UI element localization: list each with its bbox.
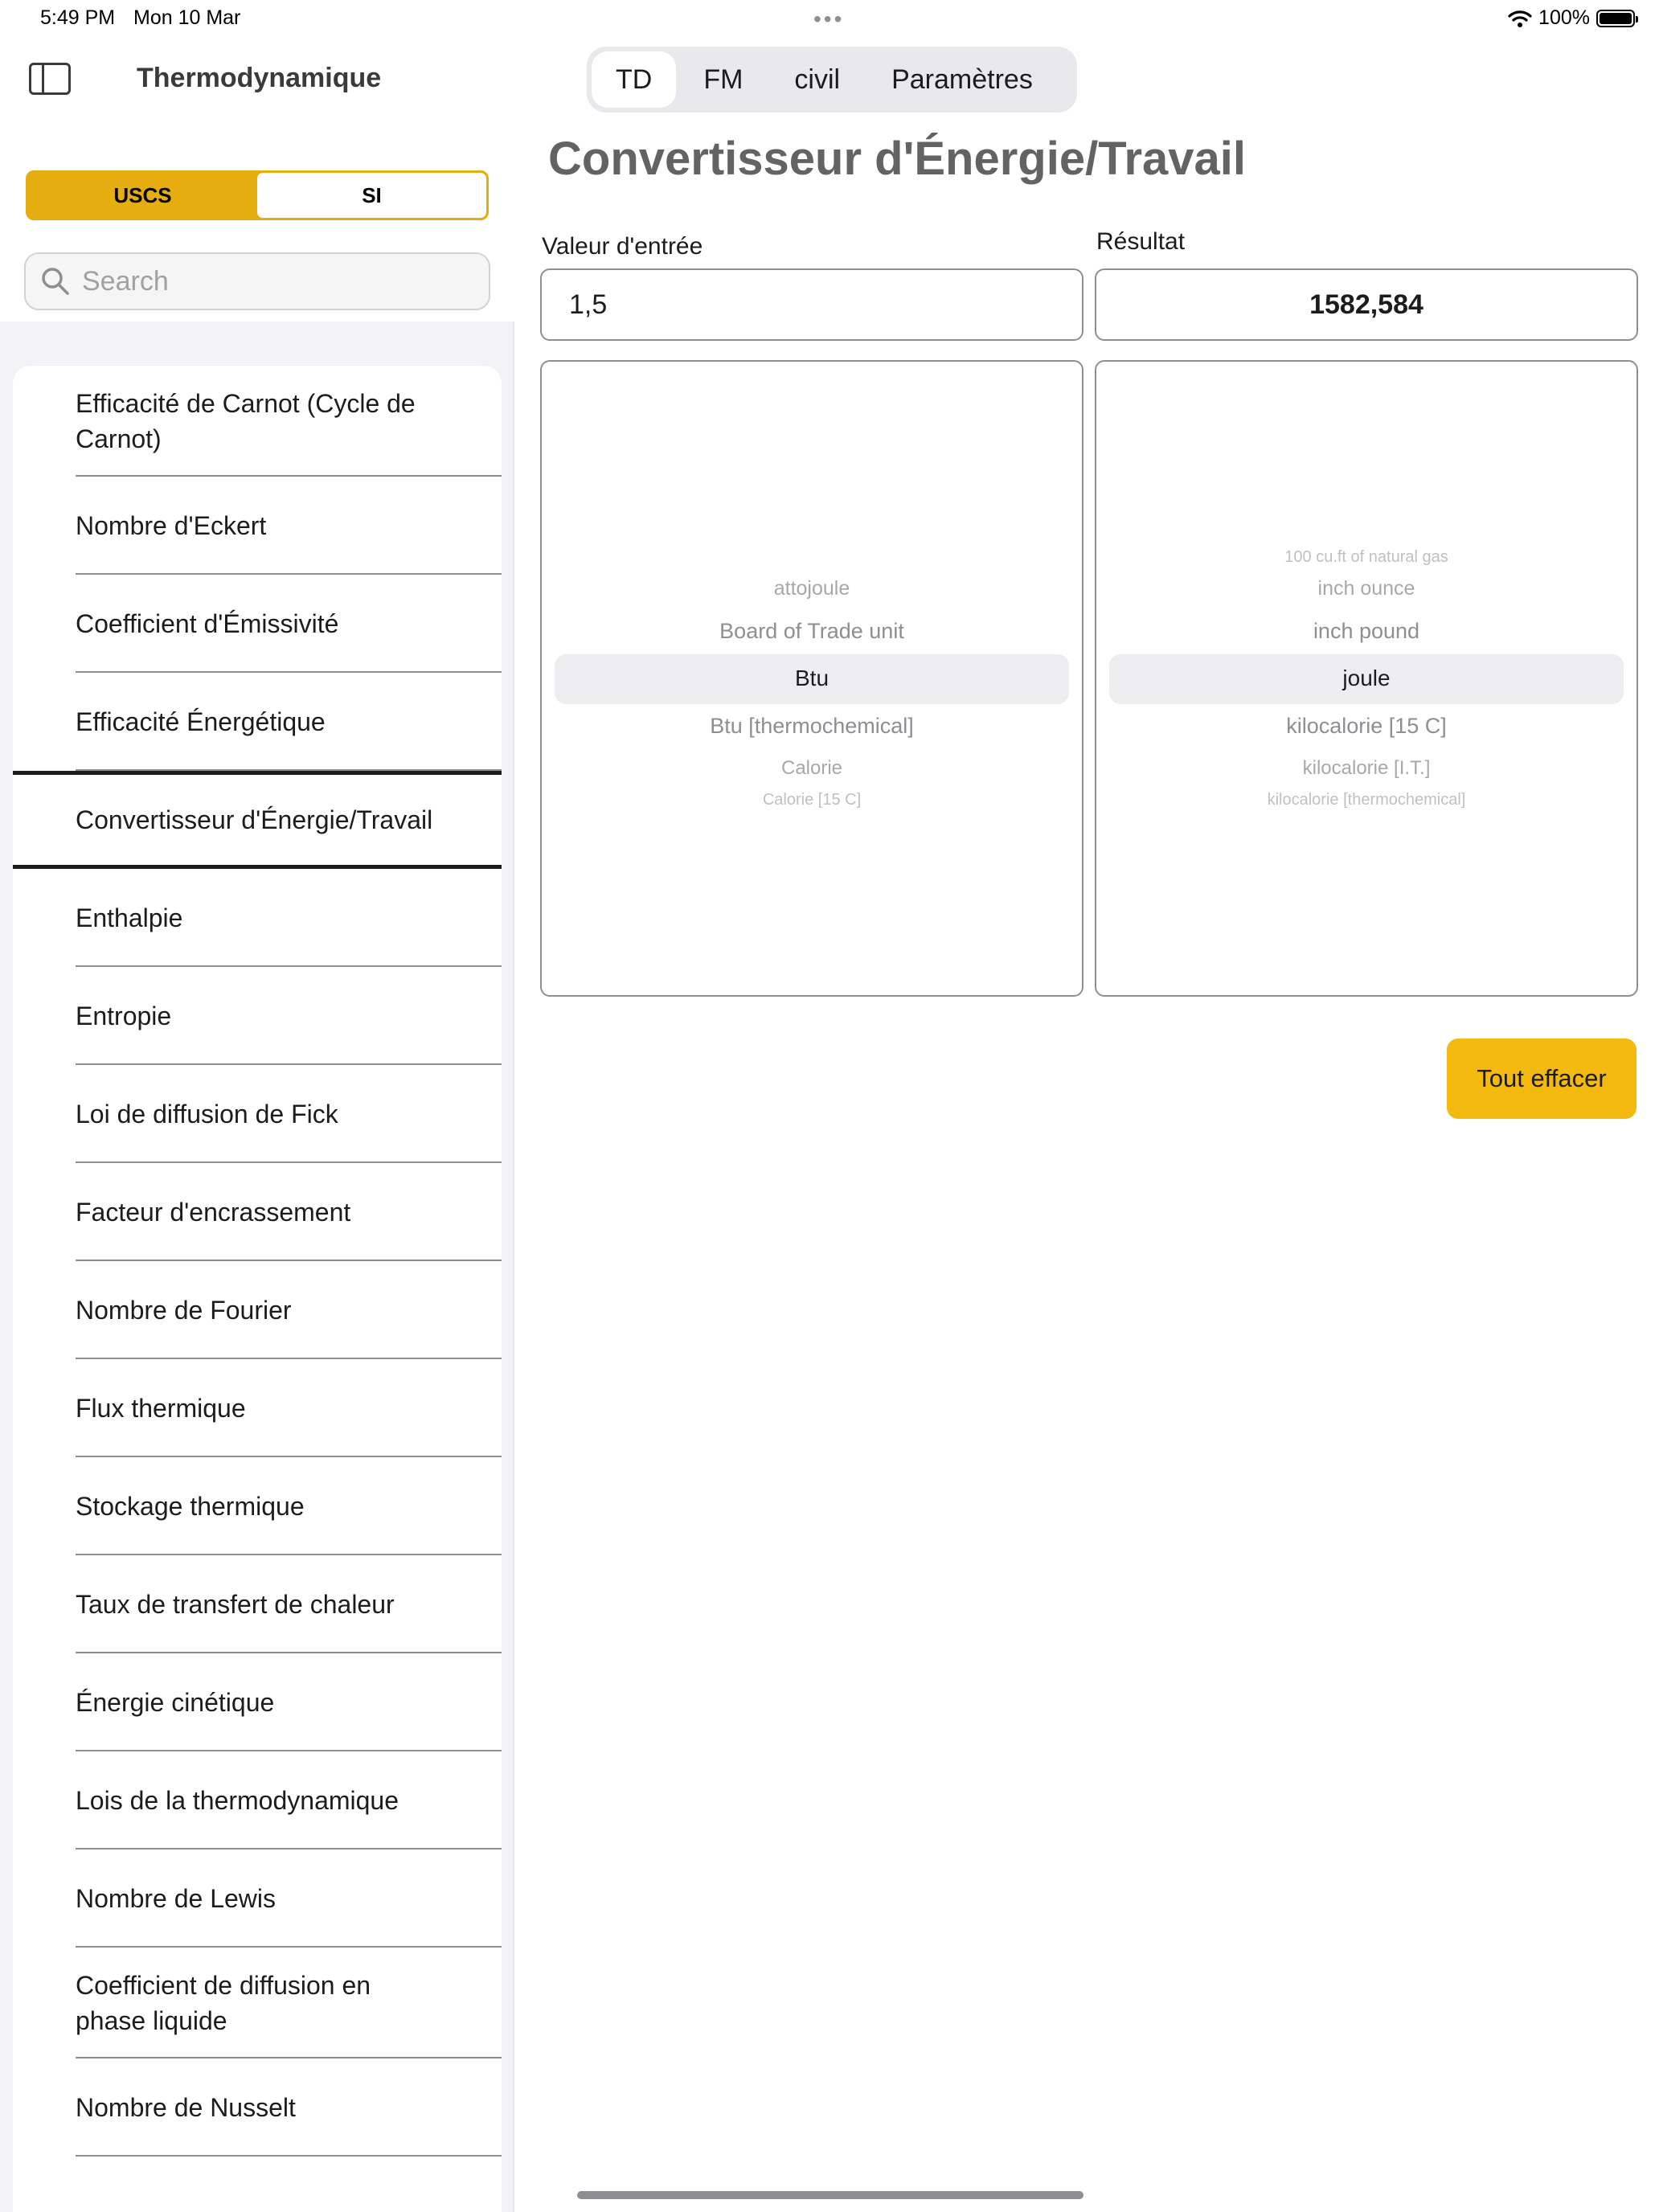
search-bar[interactable] <box>24 252 490 310</box>
list-item-label: Efficacité de Carnot (Cycle de Carnot) <box>76 389 416 453</box>
battery-full-icon <box>1596 9 1638 27</box>
sidebar-header: Thermodynamique USCS SI <box>0 0 514 322</box>
status-right: 100% <box>1508 6 1638 30</box>
list-item-label: Flux thermique <box>76 1394 246 1423</box>
picker-option[interactable]: inch ounce <box>1096 577 1636 600</box>
list-item-label: Facteur d'encrassement <box>76 1198 351 1227</box>
list-item-energy-efficiency[interactable]: Efficacité Énergétique <box>13 673 502 771</box>
list-item-energy-work-converter[interactable]: Convertisseur d'Énergie/Travail <box>13 771 502 869</box>
unit-system-toggle[interactable]: USCS SI <box>26 170 489 220</box>
picker-option-selected[interactable]: Btu <box>542 666 1082 691</box>
list-item-label: Loi de diffusion de Fick <box>76 1100 338 1129</box>
tab-settings[interactable]: Paramètres <box>867 51 1057 108</box>
picker-option[interactable]: kilocalorie [I.T.] <box>1096 757 1636 780</box>
topic-list: Efficacité de Carnot (Cycle de Carnot) N… <box>13 366 502 2212</box>
list-item-label: Coefficient de diffusion en phase liquid… <box>76 1971 371 2035</box>
picker-option[interactable]: Calorie [15 C] <box>542 791 1082 809</box>
list-item-nusselt-number[interactable]: Nombre de Nusselt <box>13 2058 502 2157</box>
unit-option-uscs[interactable]: USCS <box>28 173 257 218</box>
unit-option-si[interactable]: SI <box>257 173 486 218</box>
picker-option-selected[interactable]: joule <box>1096 666 1636 691</box>
battery-percent: 100% <box>1538 6 1590 29</box>
list-item-label: Nombre de Nusselt <box>76 2093 296 2122</box>
list-item-fick-law[interactable]: Loi de diffusion de Fick <box>13 1065 502 1163</box>
status-time: 5:49 PM <box>40 6 116 29</box>
list-item-label: Taux de transfert de chaleur <box>76 1590 395 1619</box>
sidebar-toggle-icon[interactable] <box>29 63 71 95</box>
picker-option[interactable]: attojoule <box>542 577 1082 600</box>
list-item-label: Nombre de Lewis <box>76 1884 276 1913</box>
picker-option[interactable]: kilocalorie [15 C] <box>1096 714 1636 739</box>
from-unit-picker[interactable]: attojoule Board of Trade unit Btu Btu [t… <box>540 360 1083 997</box>
input-value-field[interactable]: 1,5 <box>540 268 1083 341</box>
result-label: Résultat <box>1096 228 1186 255</box>
list-item-label: Coefficient d'Émissivité <box>76 609 339 638</box>
search-icon <box>42 268 69 295</box>
home-indicator[interactable] <box>577 2191 1083 2199</box>
list-item-label: Lois de la thermodynamique <box>76 1786 399 1815</box>
picker-option[interactable]: Calorie <box>542 757 1082 780</box>
picker-option[interactable]: Board of Trade unit <box>542 619 1082 644</box>
input-label: Valeur d'entrée <box>542 233 703 260</box>
list-item-lewis-number[interactable]: Nombre de Lewis <box>13 1849 502 1948</box>
wifi-icon <box>1508 10 1532 27</box>
status-date: Mon 10 Mar <box>133 6 241 29</box>
category-tabs: TD FM civil Paramètres <box>587 47 1077 113</box>
picker-option[interactable]: 100 cu.ft of natural gas <box>1096 548 1636 567</box>
list-item-entropy[interactable]: Entropie <box>13 967 502 1065</box>
tab-fm[interactable]: FM <box>679 51 767 108</box>
picker-option[interactable]: inch pound <box>1096 619 1636 644</box>
tab-td[interactable]: TD <box>592 51 677 108</box>
list-item-label: Entropie <box>76 1002 172 1030</box>
multitasking-dots-icon[interactable]: ••• <box>813 6 844 32</box>
list-item-fouling-factor[interactable]: Facteur d'encrassement <box>13 1163 502 1261</box>
list-item-enthalpy[interactable]: Enthalpie <box>13 869 502 967</box>
list-item-emissivity[interactable]: Coefficient d'Émissivité <box>13 575 502 673</box>
list-item-label: Nombre d'Eckert <box>76 511 267 540</box>
list-item-label: Convertisseur d'Énergie/Travail <box>76 805 433 834</box>
list-item-heat-transfer-rate[interactable]: Taux de transfert de chaleur <box>13 1555 502 1653</box>
list-item-fourier-number[interactable]: Nombre de Fourier <box>13 1261 502 1359</box>
list-item-label: Enthalpie <box>76 903 183 932</box>
list-item-kinetic-energy[interactable]: Énergie cinétique <box>13 1653 502 1751</box>
list-item-label: Stockage thermique <box>76 1492 305 1521</box>
list-item-heat-flux[interactable]: Flux thermique <box>13 1359 502 1457</box>
page-title: Convertisseur d'Énergie/Travail <box>548 133 1247 185</box>
picker-option[interactable]: kilocalorie [thermochemical] <box>1096 791 1636 809</box>
to-unit-picker[interactable]: 100 cu.ft of natural gas inch ounce inch… <box>1095 360 1638 997</box>
list-item-carnot-efficiency[interactable]: Efficacité de Carnot (Cycle de Carnot) <box>13 366 502 477</box>
list-item-label: Énergie cinétique <box>76 1688 275 1717</box>
sidebar-title: Thermodynamique <box>137 63 382 93</box>
picker-option[interactable]: Btu [thermochemical] <box>542 714 1082 739</box>
list-item-thermal-storage[interactable]: Stockage thermique <box>13 1457 502 1555</box>
clear-all-button[interactable]: Tout effacer <box>1447 1038 1636 1119</box>
search-input[interactable] <box>82 265 468 297</box>
sidebar: Thermodynamique USCS SI Efficacité de Ca… <box>0 0 514 2212</box>
list-item-label: Nombre de Fourier <box>76 1296 292 1325</box>
result-value-field: 1582,584 <box>1095 268 1638 341</box>
list-item-eckert-number[interactable]: Nombre d'Eckert <box>13 477 502 575</box>
tab-civil[interactable]: civil <box>770 51 864 108</box>
list-item-liquid-diffusion[interactable]: Coefficient de diffusion en phase liquid… <box>13 1948 502 2058</box>
list-item-thermo-laws[interactable]: Lois de la thermodynamique <box>13 1751 502 1849</box>
list-item-label: Efficacité Énergétique <box>76 707 326 736</box>
